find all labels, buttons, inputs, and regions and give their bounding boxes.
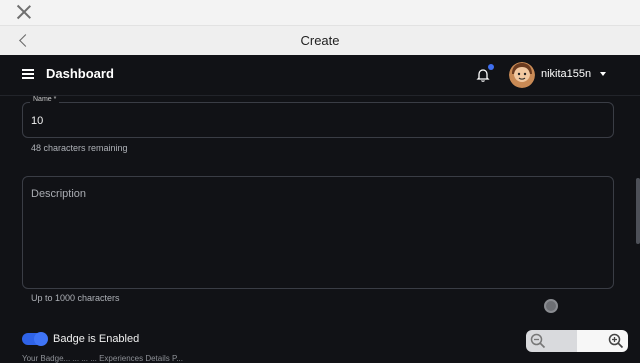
page-title: Create	[300, 33, 340, 48]
app-title: Dashboard	[46, 66, 114, 81]
name-input[interactable]	[22, 102, 614, 138]
floating-handle[interactable]	[544, 299, 558, 313]
top-strip	[0, 0, 640, 25]
browser-title-bar: Create	[0, 25, 640, 56]
name-helper-text: 48 characters remaining	[31, 143, 128, 153]
description-placeholder: Description	[31, 188, 87, 200]
zoom-in-button[interactable]	[577, 330, 628, 352]
menu-icon[interactable]	[22, 69, 34, 79]
close-icon[interactable]	[15, 3, 33, 21]
zoom-out-icon	[530, 333, 546, 349]
username: nikita155n	[541, 68, 592, 80]
zoom-out-button[interactable]	[526, 330, 577, 352]
avatar[interactable]	[509, 62, 535, 88]
name-label: Name *	[30, 96, 60, 103]
description-helper-text: Up to 1000 characters	[31, 293, 120, 303]
description-input[interactable]	[22, 176, 614, 289]
badge-enabled-toggle[interactable]	[22, 332, 48, 346]
zoom-in-icon	[608, 333, 624, 349]
chevron-down-icon[interactable]	[600, 72, 606, 76]
scrollbar-thumb[interactable]	[636, 178, 640, 244]
toggle-knob	[34, 332, 48, 346]
notification-dot	[488, 64, 494, 70]
badge-enabled-label: Badge is Enabled	[53, 333, 140, 345]
cutoff-text: Your Badge... ... ... ... Experiences De…	[22, 354, 183, 363]
name-value: 10	[31, 115, 44, 127]
